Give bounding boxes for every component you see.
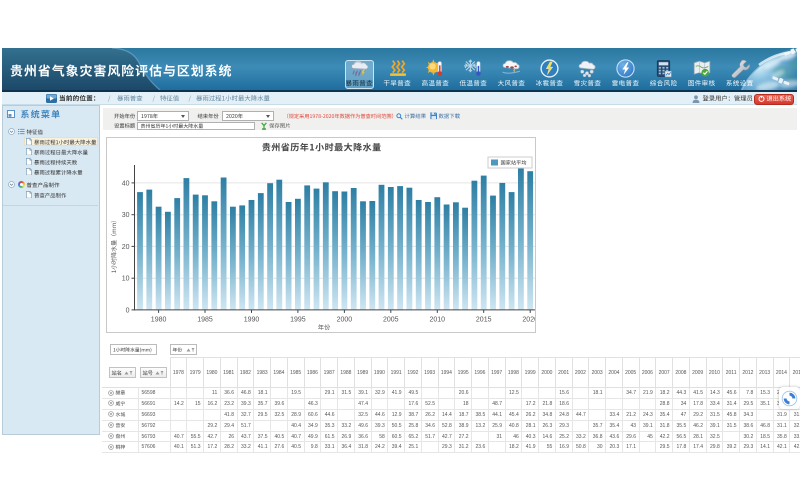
svg-text:2020: 2020	[522, 316, 535, 323]
svg-text:1980: 1980	[151, 316, 167, 323]
svg-text:40: 40	[122, 180, 130, 187]
svg-text:10: 10	[122, 276, 130, 283]
svg-text:1995: 1995	[290, 316, 306, 323]
svg-text:2005: 2005	[383, 316, 399, 323]
svg-text:20: 20	[122, 244, 130, 251]
svg-text:30: 30	[122, 212, 130, 219]
svg-text:2015: 2015	[476, 316, 492, 323]
svg-text:2010: 2010	[430, 316, 446, 323]
svg-text:0: 0	[126, 307, 130, 314]
svg-text:2000: 2000	[337, 316, 353, 323]
svg-text:1990: 1990	[244, 316, 260, 323]
svg-text:1985: 1985	[197, 316, 213, 323]
